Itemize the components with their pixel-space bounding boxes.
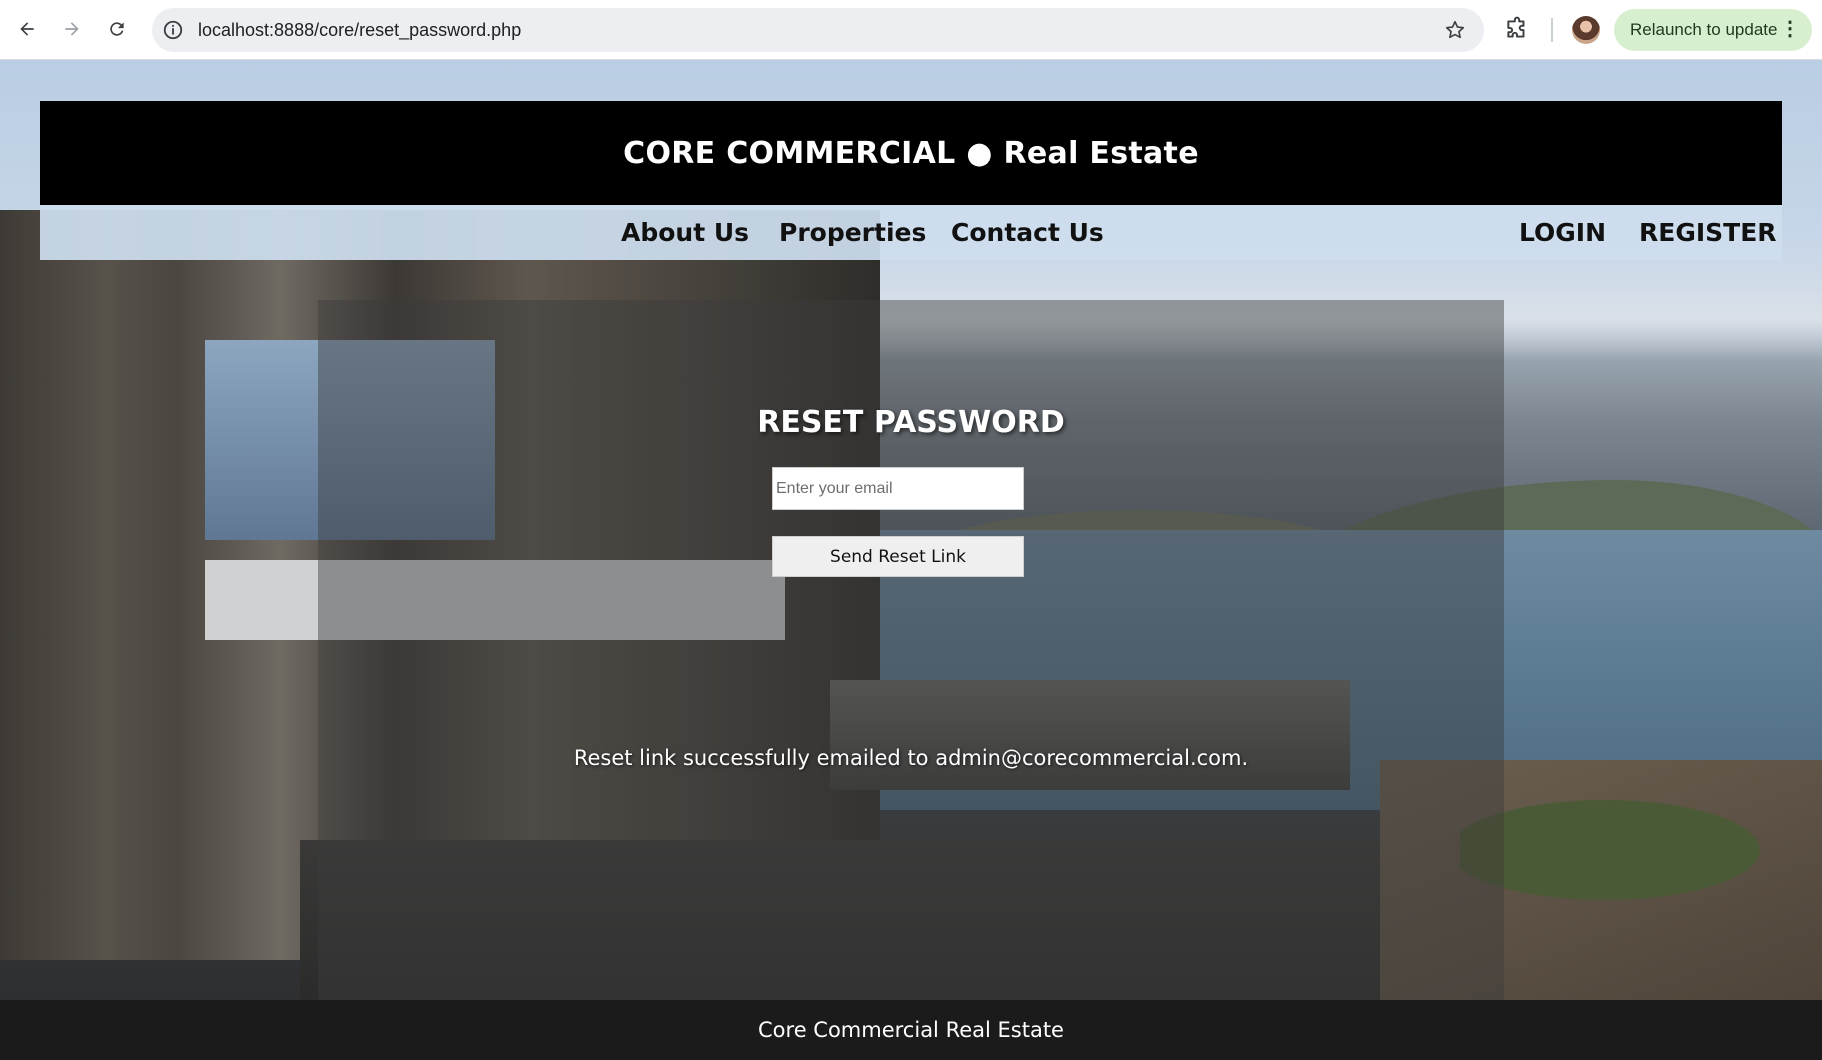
address-bar[interactable]: localhost:8888/core/reset_password.php	[152, 8, 1484, 52]
send-reset-link-button[interactable]: Send Reset Link	[772, 536, 1024, 577]
site-nav: About Us Properties Contact Us LOGIN REG…	[40, 205, 1782, 260]
url-text[interactable]: localhost:8888/core/reset_password.php	[198, 8, 521, 52]
site-header: CORE COMMERCIAL ● Real Estate	[40, 101, 1782, 205]
email-input[interactable]	[772, 467, 1024, 510]
browser-toolbar: localhost:8888/core/reset_password.php R…	[0, 0, 1822, 60]
status-message: Reset link successfully emailed to admin…	[573, 746, 1249, 770]
relaunch-button[interactable]: Relaunch to update ⋮	[1614, 9, 1812, 51]
relaunch-label: Relaunch to update	[1630, 20, 1778, 39]
info-icon[interactable]	[162, 19, 184, 41]
nav-register[interactable]: REGISTER	[1639, 205, 1777, 260]
site-footer: Core Commercial Real Estate	[0, 1000, 1822, 1060]
site-title: CORE COMMERCIAL ● Real Estate	[623, 135, 1199, 171]
nav-contact-us[interactable]: Contact Us	[951, 205, 1104, 260]
forward-arrow-icon[interactable]	[57, 14, 87, 44]
back-arrow-icon[interactable]	[12, 14, 42, 44]
footer-text: Core Commercial Real Estate	[758, 1018, 1064, 1042]
nav-properties[interactable]: Properties	[779, 205, 926, 260]
profile-avatar[interactable]	[1572, 16, 1600, 44]
puzzle-icon[interactable]	[1504, 16, 1530, 42]
reset-password-title: RESET PASSWORD	[757, 405, 1065, 440]
nav-login[interactable]: LOGIN	[1519, 205, 1606, 260]
toolbar-divider	[1551, 18, 1553, 42]
star-icon[interactable]	[1444, 19, 1466, 41]
kebab-menu-icon[interactable]: ⋮	[1780, 19, 1800, 39]
background-vegetation	[1460, 780, 1822, 920]
reload-icon[interactable]	[102, 14, 132, 44]
nav-about-us[interactable]: About Us	[621, 205, 749, 260]
